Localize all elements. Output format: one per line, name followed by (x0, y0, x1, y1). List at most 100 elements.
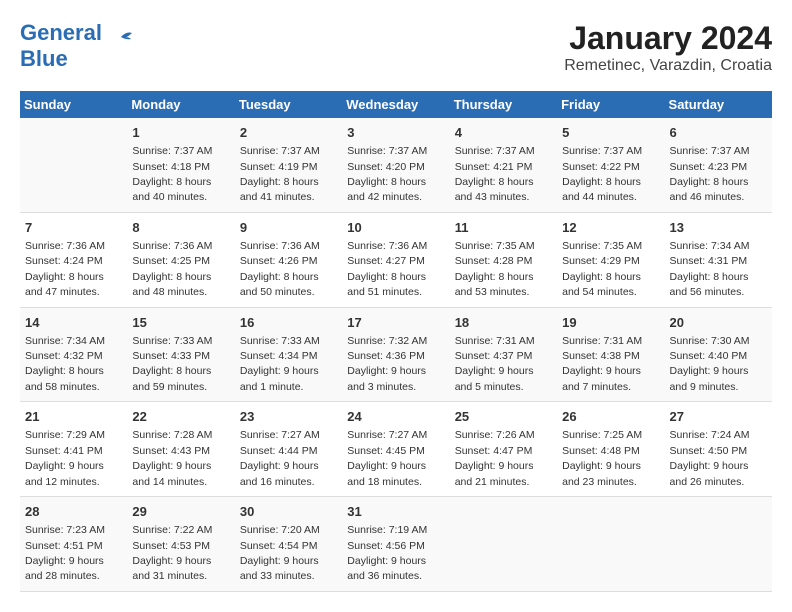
day-info: Sunrise: 7:22 AMSunset: 4:53 PMDaylight:… (132, 524, 212, 582)
calendar-header-row: Sunday Monday Tuesday Wednesday Thursday… (20, 91, 772, 118)
day-number: 27 (670, 408, 767, 426)
day-number: 11 (455, 219, 552, 237)
logo-bird-icon (106, 27, 136, 57)
day-number: 19 (562, 314, 659, 332)
day-cell: 6 Sunrise: 7:37 AMSunset: 4:23 PMDaylight… (665, 118, 772, 212)
day-number: 9 (240, 219, 337, 237)
logo-text: GeneralBlue (20, 20, 102, 72)
day-info: Sunrise: 7:35 AMSunset: 4:28 PMDaylight:… (455, 240, 535, 298)
day-info: Sunrise: 7:36 AMSunset: 4:25 PMDaylight:… (132, 240, 212, 298)
day-cell: 4 Sunrise: 7:37 AMSunset: 4:21 PMDaylight… (450, 118, 557, 212)
day-cell: 23Sunrise: 7:27 AMSunset: 4:44 PMDayligh… (235, 402, 342, 497)
day-info: Sunrise: 7:27 AMSunset: 4:45 PMDaylight:… (347, 429, 427, 487)
day-info: Sunrise: 7:31 AMSunset: 4:37 PMDaylight:… (455, 335, 535, 393)
day-info: Sunrise: 7:35 AMSunset: 4:29 PMDaylight:… (562, 240, 642, 298)
day-cell: 8 Sunrise: 7:36 AMSunset: 4:25 PMDaylight… (127, 212, 234, 307)
day-number: 21 (25, 408, 122, 426)
day-cell: 10Sunrise: 7:36 AMSunset: 4:27 PMDayligh… (342, 212, 449, 307)
day-cell: 13Sunrise: 7:34 AMSunset: 4:31 PMDayligh… (665, 212, 772, 307)
day-cell (557, 497, 664, 592)
week-row-2: 7Sunrise: 7:36 AMSunset: 4:24 PMDaylight… (20, 212, 772, 307)
day-cell: 25Sunrise: 7:26 AMSunset: 4:47 PMDayligh… (450, 402, 557, 497)
day-cell: 27 Sunrise: 7:24 AMSunset: 4:50 PMDayligh… (665, 402, 772, 497)
day-number: 3 (347, 124, 444, 142)
day-info: Sunrise: 7:20 AMSunset: 4:54 PMDaylight:… (240, 524, 320, 582)
day-info: Sunrise: 7:36 AMSunset: 4:26 PMDaylight:… (240, 240, 320, 298)
day-cell: 20 Sunrise: 7:30 AMSunset: 4:40 PMDayligh… (665, 307, 772, 402)
day-info: Sunrise: 7:24 AMSunset: 4:50 PMDaylight:… (670, 429, 750, 487)
day-cell: 26 Sunrise: 7:25 AMSunset: 4:48 PMDayligh… (557, 402, 664, 497)
day-info: Sunrise: 7:33 AMSunset: 4:34 PMDaylight:… (240, 335, 320, 393)
day-number: 8 (132, 219, 229, 237)
day-info: Sunrise: 7:34 AMSunset: 4:31 PMDaylight:… (670, 240, 750, 298)
day-cell: 21 Sunrise: 7:29 AMSunset: 4:41 PMDayligh… (20, 402, 127, 497)
day-cell: 3Sunrise: 7:37 AMSunset: 4:20 PMDaylight… (342, 118, 449, 212)
day-cell: 12Sunrise: 7:35 AMSunset: 4:29 PMDayligh… (557, 212, 664, 307)
day-number: 22 (132, 408, 229, 426)
week-row-4: 21 Sunrise: 7:29 AMSunset: 4:41 PMDayligh… (20, 402, 772, 497)
day-cell: 19 Sunrise: 7:31 AMSunset: 4:38 PMDayligh… (557, 307, 664, 402)
day-cell: 31Sunrise: 7:19 AMSunset: 4:56 PMDayligh… (342, 497, 449, 592)
day-number: 5 (562, 124, 659, 142)
day-cell (450, 497, 557, 592)
header-monday: Monday (127, 91, 234, 118)
header-thursday: Thursday (450, 91, 557, 118)
day-number: 28 (25, 503, 122, 521)
day-number: 4 (455, 124, 552, 142)
day-info: Sunrise: 7:34 AMSunset: 4:32 PMDaylight:… (25, 335, 105, 393)
day-number: 18 (455, 314, 552, 332)
week-row-1: 1 Sunrise: 7:37 AMSunset: 4:18 PMDaylight… (20, 118, 772, 212)
day-number: 29 (132, 503, 229, 521)
day-info: Sunrise: 7:37 AMSunset: 4:18 PMDaylight:… (132, 145, 212, 203)
day-cell: 28Sunrise: 7:23 AMSunset: 4:51 PMDayligh… (20, 497, 127, 592)
header-friday: Friday (557, 91, 664, 118)
day-info: Sunrise: 7:37 AMSunset: 4:23 PMDaylight:… (670, 145, 750, 203)
day-number: 6 (670, 124, 767, 142)
page-subtitle: Remetinec, Varazdin, Croatia (564, 57, 772, 75)
header-wednesday: Wednesday (342, 91, 449, 118)
day-number: 10 (347, 219, 444, 237)
day-info: Sunrise: 7:36 AMSunset: 4:24 PMDaylight:… (25, 240, 105, 298)
day-cell: 22 Sunrise: 7:28 AMSunset: 4:43 PMDayligh… (127, 402, 234, 497)
week-row-5: 28Sunrise: 7:23 AMSunset: 4:51 PMDayligh… (20, 497, 772, 592)
day-cell: 14 Sunrise: 7:34 AMSunset: 4:32 PMDayligh… (20, 307, 127, 402)
header-sunday: Sunday (20, 91, 127, 118)
day-cell: 5Sunrise: 7:37 AMSunset: 4:22 PMDaylight… (557, 118, 664, 212)
day-number: 26 (562, 408, 659, 426)
day-cell: 1 Sunrise: 7:37 AMSunset: 4:18 PMDaylight… (127, 118, 234, 212)
day-number: 20 (670, 314, 767, 332)
day-number: 2 (240, 124, 337, 142)
day-info: Sunrise: 7:31 AMSunset: 4:38 PMDaylight:… (562, 335, 642, 393)
day-info: Sunrise: 7:29 AMSunset: 4:41 PMDaylight:… (25, 429, 105, 487)
day-info: Sunrise: 7:25 AMSunset: 4:48 PMDaylight:… (562, 429, 642, 487)
day-number: 14 (25, 314, 122, 332)
day-number: 1 (132, 124, 229, 142)
day-cell: 11 Sunrise: 7:35 AMSunset: 4:28 PMDayligh… (450, 212, 557, 307)
day-info: Sunrise: 7:37 AMSunset: 4:21 PMDaylight:… (455, 145, 535, 203)
logo: GeneralBlue (20, 20, 136, 72)
day-cell (665, 497, 772, 592)
day-info: Sunrise: 7:27 AMSunset: 4:44 PMDaylight:… (240, 429, 320, 487)
week-row-3: 14 Sunrise: 7:34 AMSunset: 4:32 PMDayligh… (20, 307, 772, 402)
day-cell: 17Sunrise: 7:32 AMSunset: 4:36 PMDayligh… (342, 307, 449, 402)
title-block: January 2024 Remetinec, Varazdin, Croati… (564, 20, 772, 75)
page-header: GeneralBlue January 2024 Remetinec, Vara… (20, 20, 772, 75)
calendar-table: Sunday Monday Tuesday Wednesday Thursday… (20, 91, 772, 592)
day-cell: 7Sunrise: 7:36 AMSunset: 4:24 PMDaylight… (20, 212, 127, 307)
day-number: 16 (240, 314, 337, 332)
day-cell: 29 Sunrise: 7:22 AMSunset: 4:53 PMDayligh… (127, 497, 234, 592)
day-cell: 16 Sunrise: 7:33 AMSunset: 4:34 PMDayligh… (235, 307, 342, 402)
day-number: 15 (132, 314, 229, 332)
day-info: Sunrise: 7:32 AMSunset: 4:36 PMDaylight:… (347, 335, 427, 393)
day-cell: 30 Sunrise: 7:20 AMSunset: 4:54 PMDayligh… (235, 497, 342, 592)
day-number: 25 (455, 408, 552, 426)
day-info: Sunrise: 7:30 AMSunset: 4:40 PMDaylight:… (670, 335, 750, 393)
day-cell: 2Sunrise: 7:37 AMSunset: 4:19 PMDaylight… (235, 118, 342, 212)
day-number: 31 (347, 503, 444, 521)
day-number: 30 (240, 503, 337, 521)
day-info: Sunrise: 7:33 AMSunset: 4:33 PMDaylight:… (132, 335, 212, 393)
day-cell: 9 Sunrise: 7:36 AMSunset: 4:26 PMDaylight… (235, 212, 342, 307)
day-info: Sunrise: 7:28 AMSunset: 4:43 PMDaylight:… (132, 429, 212, 487)
header-tuesday: Tuesday (235, 91, 342, 118)
day-cell: 15 Sunrise: 7:33 AMSunset: 4:33 PMDayligh… (127, 307, 234, 402)
